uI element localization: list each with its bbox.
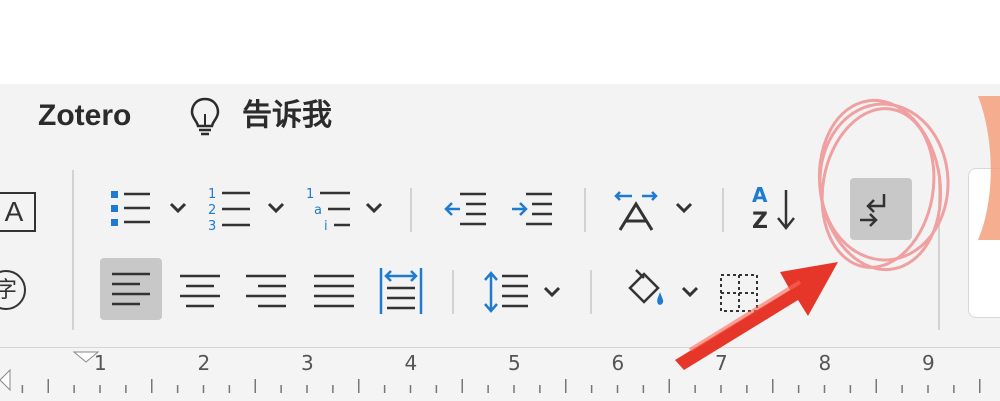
horizontal-ruler[interactable]: 1 2 3 4 5 6 7 8 9 xyxy=(0,347,1000,401)
borders-icon[interactable] xyxy=(718,272,760,319)
bullet-list-chevron-down-icon[interactable] xyxy=(168,200,188,221)
left-margin-marker[interactable] xyxy=(0,368,11,392)
align-center-icon[interactable] xyxy=(178,272,222,317)
align-left-icon xyxy=(112,272,150,306)
lightbulb-icon[interactable] xyxy=(188,96,222,143)
shading-bucket-icon[interactable] xyxy=(622,266,670,319)
svg-text:i: i xyxy=(324,219,328,234)
ruler-number: 8 xyxy=(818,351,832,375)
styles-pane-edge[interactable] xyxy=(968,168,1000,318)
ribbon-separator xyxy=(722,188,724,232)
svg-text:2: 2 xyxy=(208,203,216,218)
justify-icon[interactable] xyxy=(312,272,356,317)
ruler-number: 7 xyxy=(715,351,728,375)
ruler-number: 5 xyxy=(508,351,521,375)
distributed-align-icon[interactable] xyxy=(378,266,424,321)
character-spacing-chevron-down-icon[interactable] xyxy=(674,200,694,221)
home-ribbon: A 字 1 2 3 1 a i A Z xyxy=(0,152,1000,347)
menu-zotero[interactable]: Zotero xyxy=(38,98,131,134)
line-spacing-icon[interactable] xyxy=(482,268,530,321)
ribbon-separator xyxy=(590,270,592,314)
align-right-icon[interactable] xyxy=(244,272,288,317)
ribbon-separator xyxy=(410,188,412,232)
ruler-number: 2 xyxy=(197,351,211,375)
ribbon-separator xyxy=(584,188,586,232)
return-arrow-icon xyxy=(860,194,886,227)
menu-tell-me[interactable]: 告诉我 xyxy=(242,98,332,134)
svg-text:3: 3 xyxy=(208,219,216,234)
ruler-ticks xyxy=(0,351,981,393)
sort-z-glyph: Z xyxy=(752,209,768,234)
ruler-number: 1 xyxy=(94,351,107,375)
svg-text:1: 1 xyxy=(208,187,216,202)
multilevel-list-icon[interactable]: 1 a i xyxy=(304,184,356,239)
text-box-icon[interactable]: A xyxy=(0,192,36,232)
sort-icon[interactable]: A Z xyxy=(750,183,798,239)
ruler-number: 6 xyxy=(611,351,625,375)
multilevel-list-chevron-down-icon[interactable] xyxy=(364,200,384,221)
sort-a-glyph: A xyxy=(752,184,768,207)
show-formatting-marks-button[interactable] xyxy=(850,178,912,240)
bullet-list-icon[interactable] xyxy=(108,186,154,237)
decrease-indent-icon[interactable] xyxy=(444,188,488,237)
line-spacing-chevron-down-icon[interactable] xyxy=(542,284,562,305)
ribbon-separator xyxy=(938,170,940,330)
numbered-list-chevron-down-icon[interactable] xyxy=(266,200,286,221)
ruler-number: 4 xyxy=(404,351,418,375)
phonetic-guide-icon[interactable]: 字 xyxy=(0,270,26,310)
menu-bar: Zotero 告诉我 xyxy=(0,84,1000,152)
svg-text:a: a xyxy=(314,203,322,218)
svg-text:1: 1 xyxy=(306,187,314,202)
character-spacing-icon[interactable] xyxy=(614,186,664,239)
ruler-number: 9 xyxy=(922,351,935,375)
increase-indent-icon[interactable] xyxy=(510,188,554,237)
numbered-list-icon[interactable]: 1 2 3 xyxy=(206,184,256,239)
ribbon-separator xyxy=(452,270,454,314)
shading-chevron-down-icon[interactable] xyxy=(680,284,700,305)
ribbon-separator xyxy=(72,170,74,330)
align-left-button[interactable] xyxy=(100,258,162,320)
page-top-blank xyxy=(0,0,1000,84)
ruler-number: 3 xyxy=(301,351,314,375)
